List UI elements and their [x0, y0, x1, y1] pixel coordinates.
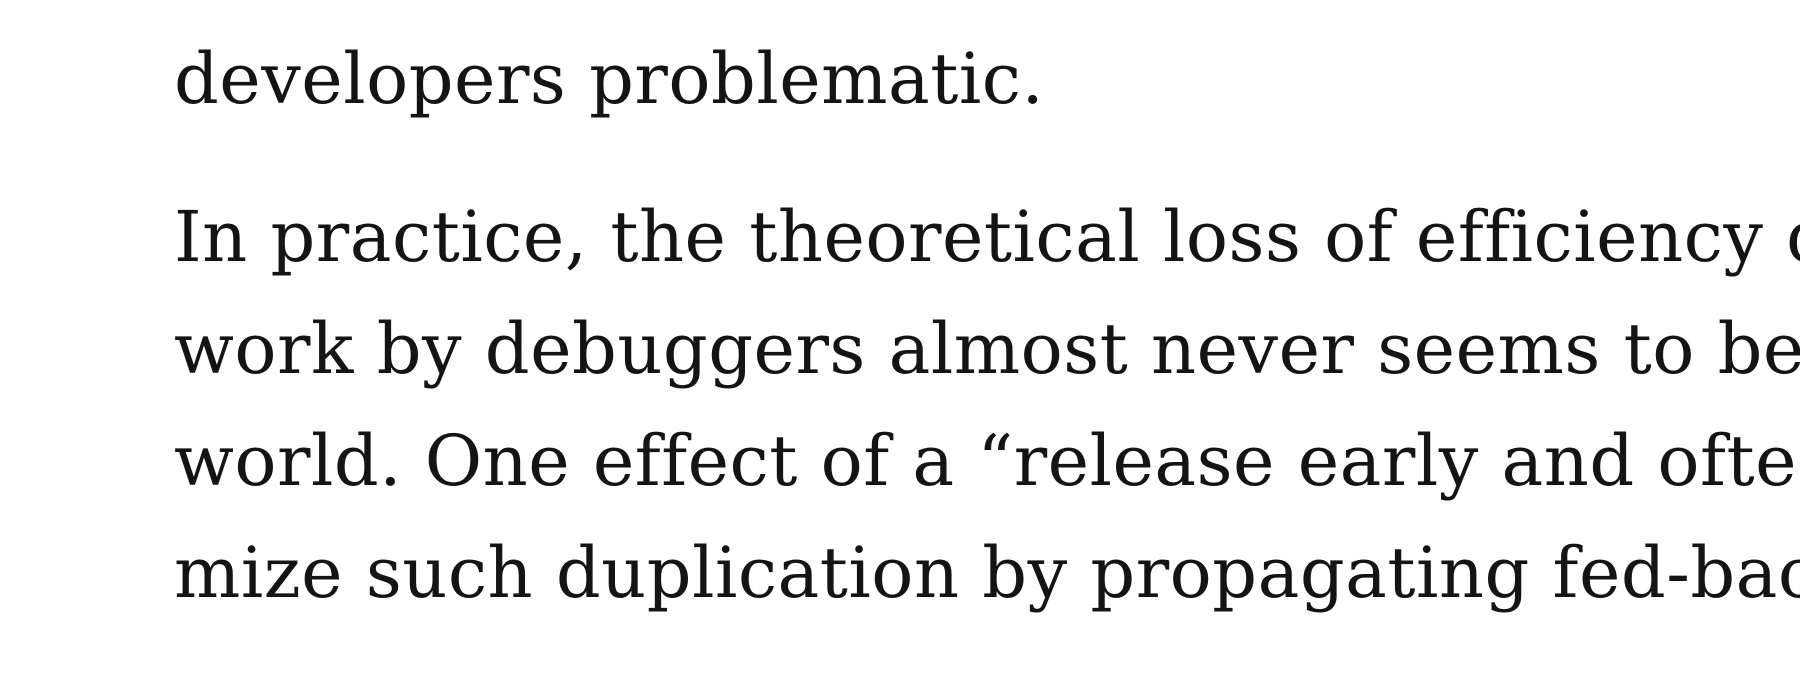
paragraph-2-line-2: work by debuggers almost never seems to …: [174, 314, 1800, 384]
paragraph-2-line-1: In practice, the theoretical loss of eff…: [174, 202, 1800, 272]
paragraph-2-line-3-text: world. One effect of a “release early an…: [174, 420, 1798, 502]
paragraph-2-line-4-text: mize such duplication by propagating fed…: [174, 532, 1800, 614]
document-page: developers problematic. In practice, the…: [0, 0, 1800, 677]
paragraph-2-line-3: world. One effect of a “release early an…: [174, 426, 1797, 496]
paragraph-1-last-line: developers problematic.: [174, 44, 1044, 114]
paragraph-1-text: developers problematic.: [174, 38, 1045, 120]
paragraph-2-line-4: mize such duplication by propagating fed…: [174, 538, 1800, 608]
paragraph-2-line-1-text: In practice, the theoretical loss of eff…: [174, 196, 1800, 278]
paragraph-2-line-2-text: work by debuggers almost never seems to …: [174, 308, 1800, 390]
